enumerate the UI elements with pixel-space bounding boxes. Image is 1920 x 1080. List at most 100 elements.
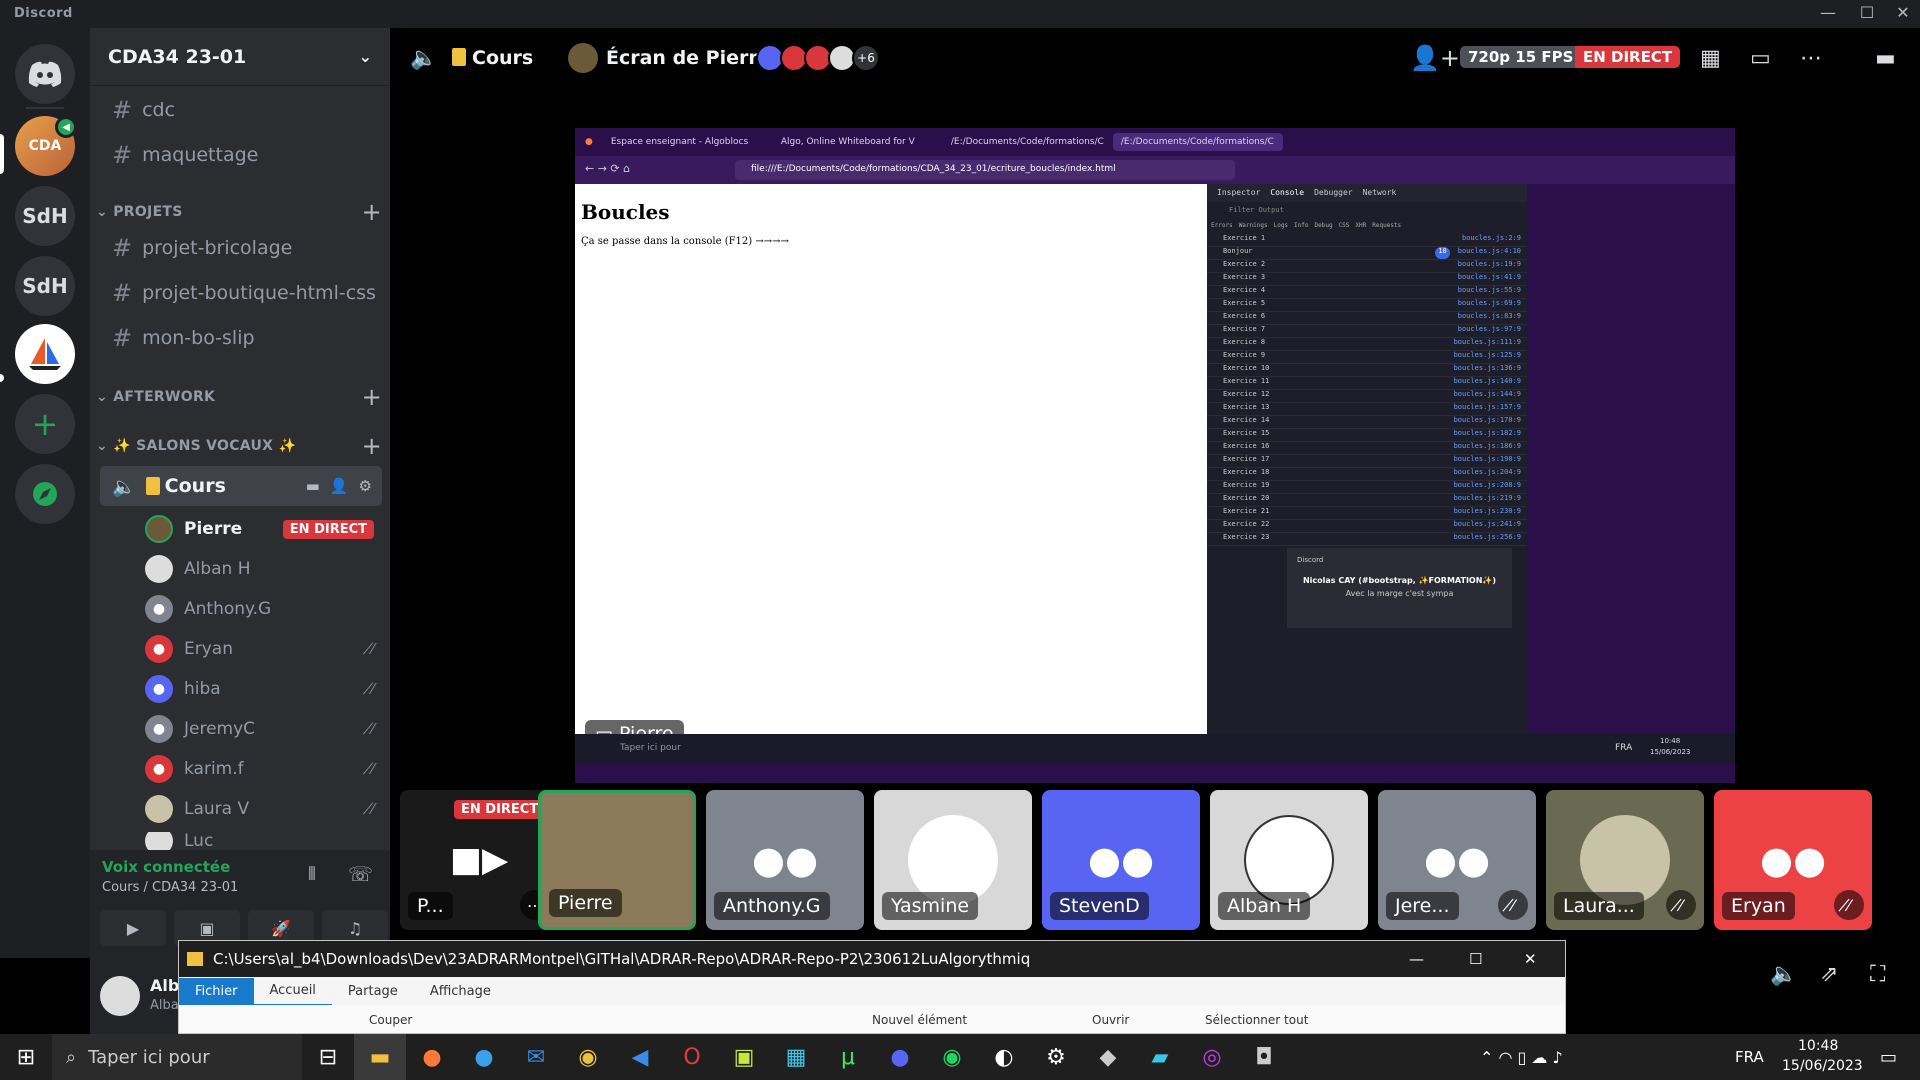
minimize-button[interactable]: — bbox=[1813, 3, 1843, 22]
volume-icon[interactable]: 🔈 bbox=[1770, 962, 1797, 987]
invite-icon[interactable]: 👤 bbox=[330, 477, 349, 495]
chat-icon[interactable]: ▬ bbox=[306, 477, 320, 495]
filter-output-input[interactable]: Filter Output bbox=[1207, 202, 1527, 220]
console-source-link[interactable]: boucles.js:2:9 bbox=[1462, 234, 1521, 246]
console-source-link[interactable]: boucles.js:125:9 bbox=[1454, 351, 1521, 363]
edge-icon[interactable]: ● bbox=[458, 1034, 510, 1080]
guild-sdh-2[interactable]: SdH bbox=[15, 256, 75, 316]
console-source-link[interactable]: boucles.js:55:9 bbox=[1458, 286, 1521, 298]
devtools-tab[interactable]: Debugger bbox=[1314, 188, 1353, 198]
channel-maquettage[interactable]: # maquettage bbox=[100, 137, 382, 173]
guild-sailboat-icon[interactable] bbox=[15, 324, 75, 384]
minimize-button[interactable]: — bbox=[1409, 950, 1424, 968]
close-button[interactable]: ✕ bbox=[1888, 3, 1918, 22]
screen-share-view[interactable]: ● Espace enseignant - Algoblocs Algo, On… bbox=[575, 128, 1735, 783]
console-source-link[interactable]: boucles.js:136:9 bbox=[1454, 364, 1521, 376]
app-icon[interactable]: ◎ bbox=[1186, 1034, 1238, 1080]
browser-tab[interactable]: /E:/Documents/Code/formations/C bbox=[943, 137, 1113, 147]
console-source-link[interactable]: boucles.js:219:9 bbox=[1454, 494, 1521, 506]
app-icon[interactable]: ▰ bbox=[1134, 1034, 1186, 1080]
app-icon[interactable]: ▦ bbox=[770, 1034, 822, 1080]
add-channel-icon[interactable]: + bbox=[362, 383, 382, 411]
viewer-avatars[interactable]: +6 bbox=[756, 44, 880, 72]
search-box[interactable]: ⌕ Taper ici pour bbox=[52, 1034, 302, 1080]
tile-anthony[interactable]: ●● Anthony.G bbox=[706, 790, 864, 930]
task-view-icon[interactable]: ⊟ bbox=[302, 1034, 354, 1080]
maximize-button[interactable]: ☐ bbox=[1469, 950, 1482, 968]
member-pierre[interactable]: Pierre EN DIRECT bbox=[145, 512, 382, 546]
console-source-link[interactable]: boucles.js:241:9 bbox=[1454, 520, 1521, 532]
steam-icon[interactable]: ◐ bbox=[978, 1034, 1030, 1080]
app-icon[interactable]: ▣ bbox=[718, 1034, 770, 1080]
member-jeremy[interactable]: ● JeremyC ⁄̸ bbox=[145, 712, 382, 746]
tile-eryan[interactable]: ●● Eryan ⁄̸ bbox=[1714, 790, 1872, 930]
tab-affichage[interactable]: Affichage bbox=[414, 978, 507, 1005]
filter-chip[interactable]: XHR bbox=[1355, 222, 1366, 232]
channel-mon-bo-slip[interactable]: # mon-bo-slip bbox=[100, 320, 382, 356]
more-icon[interactable]: ⋯ bbox=[1800, 46, 1822, 71]
member-alban[interactable]: Alban H bbox=[145, 552, 382, 586]
tab-accueil[interactable]: Accueil bbox=[253, 977, 332, 1006]
filter-chip[interactable]: Info bbox=[1294, 222, 1308, 232]
open-button[interactable]: Ouvrir bbox=[1092, 1013, 1129, 1027]
camera-icon[interactable]: ◘ bbox=[1238, 1034, 1290, 1080]
console-source-link[interactable]: boucles.js:144:9 bbox=[1454, 390, 1521, 402]
member-laura[interactable]: Laura V ⁄̸ bbox=[145, 792, 382, 826]
browser-tab[interactable]: /E:/Documents/Code/formations/C bbox=[1112, 133, 1283, 151]
console-source-link[interactable]: boucles.js:19:9 bbox=[1458, 260, 1521, 272]
channel-cdc[interactable]: # cdc bbox=[100, 92, 382, 128]
console-source-link[interactable]: boucles.js:140:9 bbox=[1454, 377, 1521, 389]
filter-chip[interactable]: Requests bbox=[1372, 222, 1401, 232]
category-projets[interactable]: ⌄ PROJETS + bbox=[96, 198, 382, 226]
popout-icon[interactable]: ▭ bbox=[1750, 46, 1771, 71]
url-input[interactable]: file:///E:/Documents/Code/formations/CDA… bbox=[735, 160, 1235, 180]
tab-fichier[interactable]: Fichier bbox=[179, 977, 254, 1005]
noise-suppression-icon[interactable]: ⦀ bbox=[308, 864, 316, 885]
mail-icon[interactable]: ✉ bbox=[510, 1034, 562, 1080]
console-source-link[interactable]: boucles.js:204:9 bbox=[1454, 468, 1521, 480]
tray-icons[interactable]: ⌃ ◠ ▯ ☁ ♪ bbox=[1480, 1048, 1563, 1067]
server-header[interactable]: CDA34 23-01 ⌄ bbox=[90, 28, 390, 86]
console-source-link[interactable]: boucles.js:230:9 bbox=[1454, 507, 1521, 519]
devtools-tab[interactable]: Inspector bbox=[1217, 188, 1260, 198]
member-hiba[interactable]: ● hiba ⁄̸ bbox=[145, 672, 382, 706]
utorrent-icon[interactable]: μ bbox=[822, 1034, 874, 1080]
voice-channel-cours[interactable]: 🔈 Cours ▬ 👤 ⚙ bbox=[100, 466, 382, 506]
tile-pierre[interactable]: Pierre bbox=[538, 790, 696, 930]
language-indicator[interactable]: FRA bbox=[1735, 1048, 1764, 1066]
disconnect-icon[interactable]: ☏ bbox=[348, 862, 373, 886]
filter-chip[interactable]: Errors bbox=[1211, 222, 1233, 232]
category-afterwork[interactable]: ⌄ AFTERWORK + bbox=[96, 383, 382, 411]
console-source-link[interactable]: boucles.js:97:9 bbox=[1458, 325, 1521, 337]
explore-compass-icon[interactable] bbox=[15, 464, 75, 524]
console-source-link[interactable]: boucles.js:190:9 bbox=[1454, 455, 1521, 467]
console-source-link[interactable]: boucles.js:83:9 bbox=[1458, 312, 1521, 324]
add-user-icon[interactable]: 👤+ bbox=[1410, 44, 1460, 72]
notifications-icon[interactable]: ▭ bbox=[1880, 1047, 1897, 1068]
gear-icon[interactable]: ⚙ bbox=[359, 477, 372, 495]
devtools-tab[interactable]: Console bbox=[1270, 188, 1304, 198]
filter-chip[interactable]: Warnings bbox=[1239, 222, 1268, 232]
discord-icon[interactable]: ● bbox=[874, 1034, 926, 1080]
member-eryan[interactable]: ● Eryan ⁄̸ bbox=[145, 632, 382, 666]
member-luc[interactable]: Luc bbox=[145, 832, 382, 850]
tile-steven[interactable]: ●● StevenD bbox=[1042, 790, 1200, 930]
devtools-tab[interactable]: Network bbox=[1363, 188, 1397, 198]
add-server-icon[interactable]: + bbox=[15, 394, 75, 454]
avatar[interactable] bbox=[100, 976, 140, 1016]
tile-laura[interactable]: Laura... ⁄̸ bbox=[1546, 790, 1704, 930]
channel-projet-bricolage[interactable]: # projet-bricolage bbox=[100, 230, 382, 266]
add-channel-icon[interactable]: + bbox=[362, 198, 382, 226]
gear-icon[interactable]: ⚙ bbox=[1030, 1034, 1082, 1080]
console-source-link[interactable]: boucles.js:41:9 bbox=[1458, 273, 1521, 285]
console-source-link[interactable]: boucles.js:111:9 bbox=[1454, 338, 1521, 350]
opera-icon[interactable]: O bbox=[666, 1034, 718, 1080]
channel-projet-boutique[interactable]: # projet-boutique-html-css bbox=[100, 275, 382, 311]
filter-chip[interactable]: Debug bbox=[1315, 222, 1333, 232]
tile-alban[interactable]: Alban H bbox=[1210, 790, 1368, 930]
new-item-button[interactable]: Nouvel élément bbox=[872, 1013, 967, 1027]
discord-notification[interactable]: Discord Nicolas CAY (#bootstrap, ✨FORMAT… bbox=[1287, 548, 1512, 628]
console-source-link[interactable]: boucles.js:170:9 bbox=[1454, 416, 1521, 428]
member-karim[interactable]: ● karim.f ⁄̸ bbox=[145, 752, 382, 786]
popout-icon[interactable]: ⇗ bbox=[1820, 962, 1838, 987]
